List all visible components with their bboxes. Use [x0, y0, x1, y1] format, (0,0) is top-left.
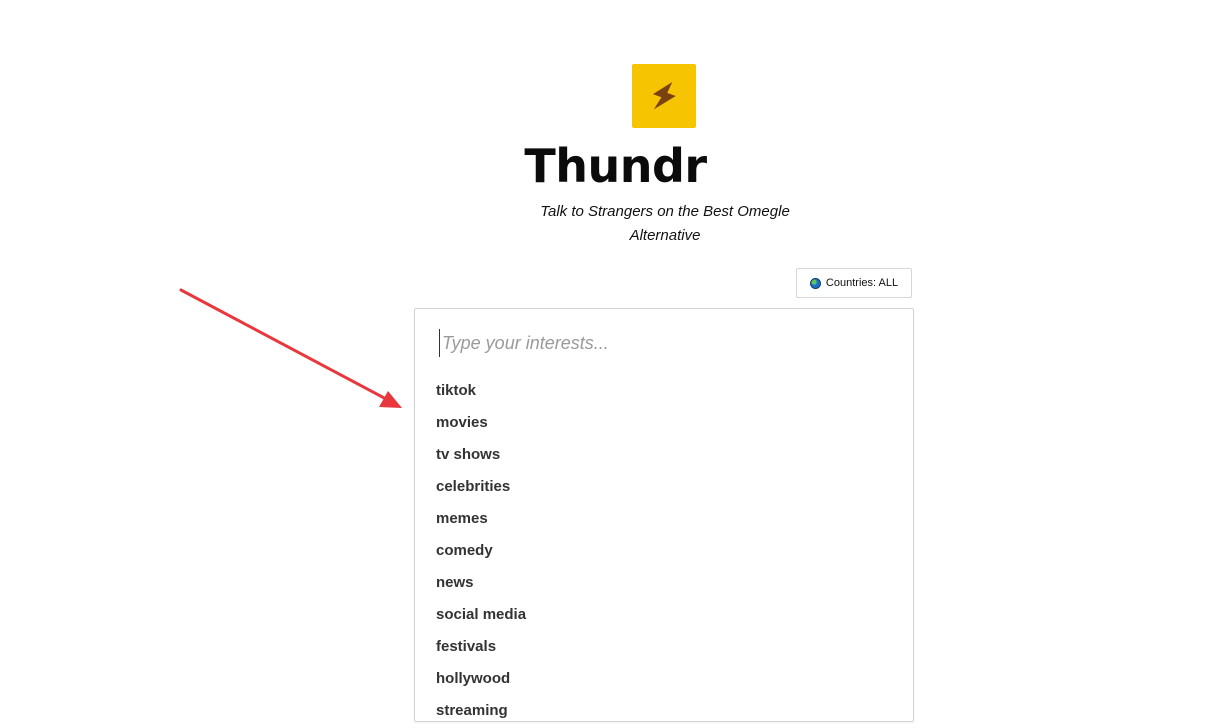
countries-button[interactable]: Countries: ALL	[796, 268, 912, 298]
interest-suggestion-item[interactable]: celebrities	[436, 471, 896, 503]
interest-suggestion-item[interactable]: comedy	[436, 535, 896, 567]
interest-suggestion-item[interactable]: memes	[436, 503, 896, 535]
annotation-arrow-shaft	[179, 288, 390, 402]
thundr-logo	[632, 64, 696, 128]
interests-input[interactable]	[439, 329, 882, 357]
interest-suggestion-item[interactable]: hollywood	[436, 663, 896, 695]
interests-panel: tiktokmoviestv showscelebritiesmemescome…	[414, 308, 914, 722]
page: Thundr Talk to Strangers on the Best Ome…	[0, 0, 1231, 728]
interest-suggestion-item[interactable]: festivals	[436, 631, 896, 663]
countries-label: Countries: ALL	[825, 277, 899, 289]
annotation-arrow-head	[379, 391, 402, 408]
interest-suggestion-item[interactable]: tv shows	[436, 439, 896, 471]
interest-suggestion-item[interactable]: movies	[436, 407, 896, 439]
interest-suggestions-list: tiktok movies tv shows celebrities memes come…	[436, 375, 896, 721]
lightning-bolt-icon	[652, 81, 676, 110]
interest-suggestion-item[interactable]: news	[436, 567, 896, 599]
globe-icon	[809, 277, 821, 289]
interest-suggestion-item[interactable]: social media	[436, 599, 896, 631]
page-subtitle: Talk to Strangers on the Best Omegle Alt…	[540, 203, 790, 244]
interest-suggestion-item[interactable]: tiktok	[436, 375, 896, 407]
interest-suggestion-item[interactable]: streaming	[436, 695, 896, 721]
page-title: Thundr	[524, 139, 707, 193]
